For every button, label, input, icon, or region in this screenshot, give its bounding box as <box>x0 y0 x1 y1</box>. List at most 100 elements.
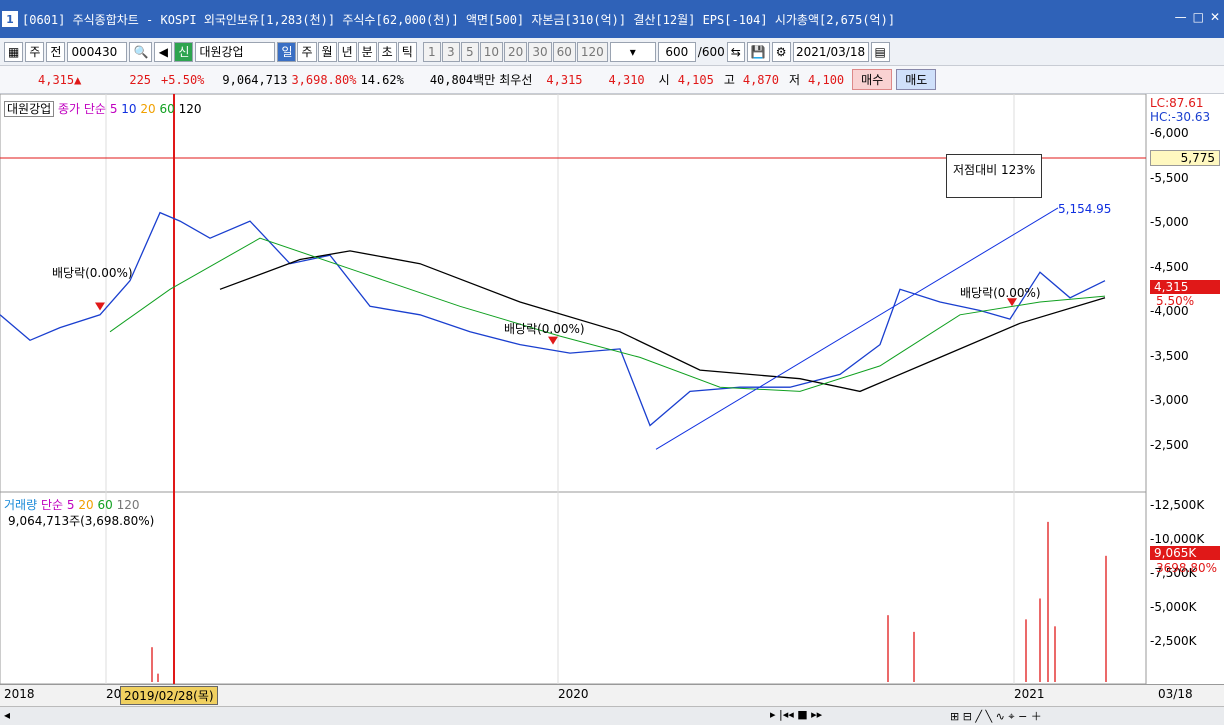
new-badge: 신 <box>174 41 194 62</box>
interval-button-6[interactable]: 60 <box>552 41 576 62</box>
x-axis: 2018 20 2019/02/28(목) 2020 2021 03/18 <box>0 684 1224 706</box>
legend-vol-label: 거래량 <box>4 498 38 512</box>
interval-buttons: 1 3 5 10 20 30 60 120 <box>422 41 608 62</box>
ma120-line <box>219 250 1106 393</box>
high-label: 고 <box>723 73 735 87</box>
price-tick-1: -5,500 <box>1150 170 1189 185</box>
period-tab-2[interactable]: 월 <box>317 41 337 62</box>
period-select[interactable]: 주 <box>25 41 45 62</box>
window-controls: — □ ✕ <box>1175 10 1220 24</box>
volume-tick-3: -5,000K <box>1150 600 1197 614</box>
legend-ma60: 60 <box>159 102 175 116</box>
hc-label: HC:-30.63 <box>1150 110 1211 124</box>
up-arrow-icon: ▲ <box>74 72 82 87</box>
price-tick-7: -2,500 <box>1150 437 1189 452</box>
playback-controls[interactable]: ▸ |◂◂ ■ ▸▸ <box>770 708 822 721</box>
turnover: 14.62% <box>360 72 404 87</box>
volume-tick-4: -2,500K <box>1150 634 1197 648</box>
chart-area[interactable]: 대원강업 종가 단순 5 10 20 60 120 거래량 단순 5 20 60… <box>0 93 1224 685</box>
price-tick-2: -5,000 <box>1150 215 1189 229</box>
quote-bar: 4,315 ▲ 225 +5.50% 9,064,713 3,698.80% 1… <box>0 66 1224 94</box>
dividend-marker-0 <box>95 302 105 311</box>
volume-tick-1: -10,000K <box>1150 532 1205 546</box>
volume-pct: 3,698.80% <box>291 72 357 87</box>
open-label: 시 <box>658 73 670 87</box>
low-label: 저 <box>788 73 801 87</box>
current-volume-pct: 3698.80% <box>1156 561 1218 575</box>
save-icon[interactable]: 💾 <box>746 41 770 62</box>
period-tab-0[interactable]: 일 <box>277 41 297 62</box>
price-tick-6: -3,000 <box>1150 393 1189 407</box>
change: 225 <box>129 72 152 87</box>
code-input[interactable]: 000430 <box>67 41 128 62</box>
jeon-button[interactable]: 전 <box>46 41 66 62</box>
volume-legend: 거래량 단순 5 20 60 120 <box>4 496 139 513</box>
minimize-icon[interactable]: — <box>1175 10 1187 24</box>
change-pct: +5.50% <box>161 72 205 87</box>
compare-icon[interactable]: ⇆ <box>726 41 745 62</box>
open: 4,105 <box>677 72 714 87</box>
date-input[interactable]: 2021/03/18 <box>792 41 869 62</box>
chart-type-icon[interactable]: ▦ <box>4 41 24 62</box>
legend-ma-label: 종가 단순 <box>58 102 106 116</box>
interval-button-4[interactable]: 20 <box>504 41 528 62</box>
low: 4,100 <box>808 72 845 87</box>
high: 4,870 <box>742 72 779 87</box>
interval-button-2[interactable]: 5 <box>460 41 479 62</box>
stock-name[interactable]: 대원강업 <box>195 41 276 62</box>
bottom-scrollbar[interactable]: ◂ ▸ |◂◂ ■ ▸▸ ⊞ ⊟ ╱ ╲ ∿ ⌖ − ＋ <box>0 706 1224 725</box>
legend-stock-name: 대원강업 <box>4 101 55 117</box>
best-label: 최우선 <box>499 73 533 87</box>
legend-vol-ma20: 20 <box>78 498 94 512</box>
period-tab-5[interactable]: 초 <box>377 41 397 62</box>
drawing-tools[interactable]: ⊞ ⊟ ╱ ╲ ∿ ⌖ − ＋ <box>950 708 1042 724</box>
period-tab-3[interactable]: 년 <box>337 41 357 62</box>
x-label-2019: 20 <box>106 687 122 701</box>
calendar-icon[interactable]: ▤ <box>870 41 890 62</box>
buy-button[interactable]: 매수 <box>852 69 893 90</box>
ma60-line <box>109 237 1106 392</box>
title-bar: 1 [0601] 주식종합차트 - KOSPI 외국인보유[1,283(천)] … <box>0 0 1224 38</box>
dropdown[interactable]: ▾ <box>609 41 656 62</box>
period-tab-1[interactable]: 주 <box>297 41 317 62</box>
legend-ma5: 5 <box>109 102 118 116</box>
window-title: [0601] 주식종합차트 - KOSPI 외국인보유[1,283(천)] 주식… <box>22 12 896 27</box>
trend-line <box>655 207 1059 450</box>
volume-value: 9,064,713주(3,698.80%) <box>8 514 155 528</box>
maximize-icon[interactable]: □ <box>1193 10 1204 24</box>
amount: 40,804백만 <box>429 73 496 87</box>
price-tick-0: -6,000 <box>1150 126 1189 140</box>
price-tick-3: -4,500 <box>1150 259 1189 274</box>
price-tick-5: -3,500 <box>1150 348 1189 363</box>
interval-button-3[interactable]: 10 <box>479 41 504 62</box>
count-total: /600 <box>697 44 725 59</box>
sound-icon[interactable]: ◀ <box>154 41 173 62</box>
legend-ma120: 120 <box>178 102 202 116</box>
hline-label: 5,775 <box>1150 150 1220 166</box>
interval-button-5[interactable]: 30 <box>528 41 552 62</box>
legend-vol-ma60: 60 <box>97 498 113 512</box>
dividend-label-1: 배당락(0.00%) <box>52 266 133 280</box>
search-icon[interactable]: 🔍 <box>129 41 153 62</box>
lc-label: LC:87.61 <box>1150 96 1204 110</box>
period-tab-4[interactable]: 분 <box>357 41 377 62</box>
x-label-2018: 2018 <box>4 687 35 701</box>
count-input[interactable]: 600 <box>657 41 696 62</box>
sell-button[interactable]: 매도 <box>896 69 937 90</box>
gear-icon[interactable]: ⚙ <box>771 41 791 62</box>
interval-button-7[interactable]: 120 <box>576 41 608 62</box>
legend-ma10: 10 <box>121 102 137 116</box>
x-label-2021: 2021 <box>1014 687 1045 701</box>
scroll-left-icon[interactable]: ◂ <box>4 708 10 722</box>
period-tab-6[interactable]: 틱 <box>397 41 417 62</box>
low-compare-box: 저점대비 123% <box>946 154 1043 198</box>
x-label-2020: 2020 <box>558 687 589 701</box>
interval-button-0[interactable]: 1 <box>422 41 441 62</box>
bid: 4,310 <box>608 72 645 87</box>
legend-vol-ma-label: 단순 <box>40 498 64 512</box>
dividend-label-2: 배당락(0.00%) <box>504 322 585 336</box>
close-icon[interactable]: ✕ <box>1210 10 1220 24</box>
interval-button-1[interactable]: 3 <box>441 41 460 62</box>
window-number: 1 <box>2 11 18 27</box>
period-tabs: 일주월년분초틱 <box>277 41 417 62</box>
